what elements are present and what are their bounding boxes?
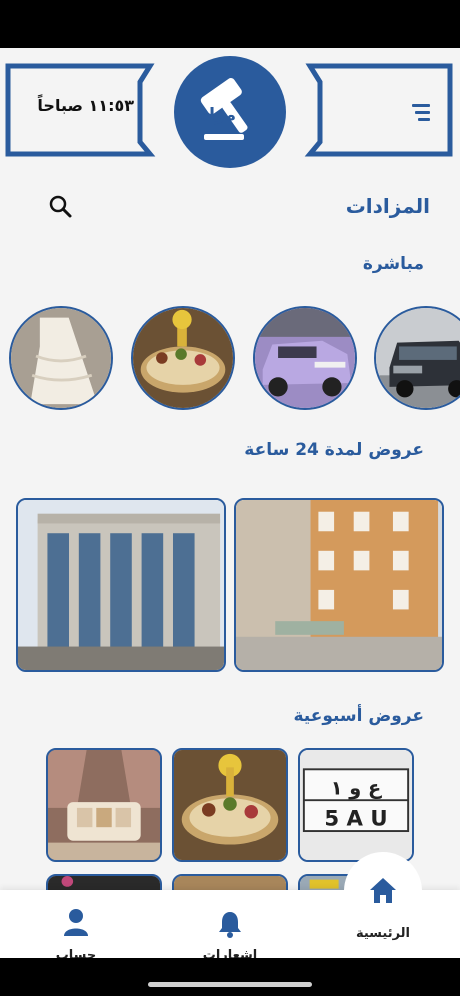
white-dress-image	[11, 308, 111, 408]
section-title-live: مباشرة	[362, 254, 424, 274]
nav-account-label[interactable]: حساب	[31, 948, 121, 958]
offer-24h-building-glass[interactable]	[16, 498, 226, 672]
building-glass-image	[18, 500, 224, 670]
app-logo: مزاد	[174, 56, 286, 168]
page-title: المزادات	[345, 194, 430, 218]
car-dark-suv-image	[376, 308, 460, 408]
clock-label: ١١:٥٣ صباحاً	[37, 96, 134, 115]
nav-account-button[interactable]	[62, 908, 90, 942]
live-item-decor[interactable]	[131, 306, 235, 410]
section-title-weekly: عروض أسبوعية	[293, 706, 424, 726]
license-plate-image: ع و ١ 5 A U	[300, 750, 412, 860]
person-icon	[64, 909, 88, 936]
search-icon	[49, 195, 72, 218]
nav-home-label[interactable]: الرئيسية	[338, 926, 428, 941]
bell-icon	[219, 912, 241, 938]
nav-notifications-label[interactable]: اشعارات	[185, 948, 275, 958]
plate-top-text: ع و ١	[331, 776, 382, 799]
menu-button[interactable]	[408, 102, 432, 124]
search-button[interactable]	[48, 194, 74, 220]
live-item-car-dark[interactable]	[374, 306, 460, 410]
logo-text: مزاد	[200, 105, 236, 125]
offer-24h-building-stone[interactable]	[234, 498, 444, 672]
building-stone-image	[236, 500, 442, 670]
live-item-dress[interactable]	[9, 306, 113, 410]
nav-notifications-button[interactable]	[216, 910, 244, 942]
menu-icon	[412, 104, 430, 121]
weekly-item-plate[interactable]: ع و ١ 5 A U	[298, 748, 414, 862]
live-item-car-lavender[interactable]	[253, 306, 357, 410]
plate-bottom-text: 5 A U	[324, 806, 387, 831]
section-title-24h: عروض لمدة 24 ساعة	[244, 440, 424, 460]
app-screen: ١١:٥٣ صباحاً مزاد المزادات مباشرة عروض ل…	[0, 48, 460, 958]
home-indicator[interactable]	[148, 982, 312, 987]
weekly-item-decor[interactable]	[172, 748, 288, 862]
weekly-item-sofa[interactable]	[46, 748, 162, 862]
home-icon	[370, 878, 396, 903]
gold-table-decor-image	[133, 308, 233, 408]
ornate-sofa-image	[48, 750, 160, 860]
car-lavender-suv-image	[255, 308, 355, 408]
nav-home-button[interactable]	[368, 876, 398, 908]
gold-table-decor-image	[174, 750, 286, 860]
gavel-icon: مزاد	[200, 78, 248, 140]
